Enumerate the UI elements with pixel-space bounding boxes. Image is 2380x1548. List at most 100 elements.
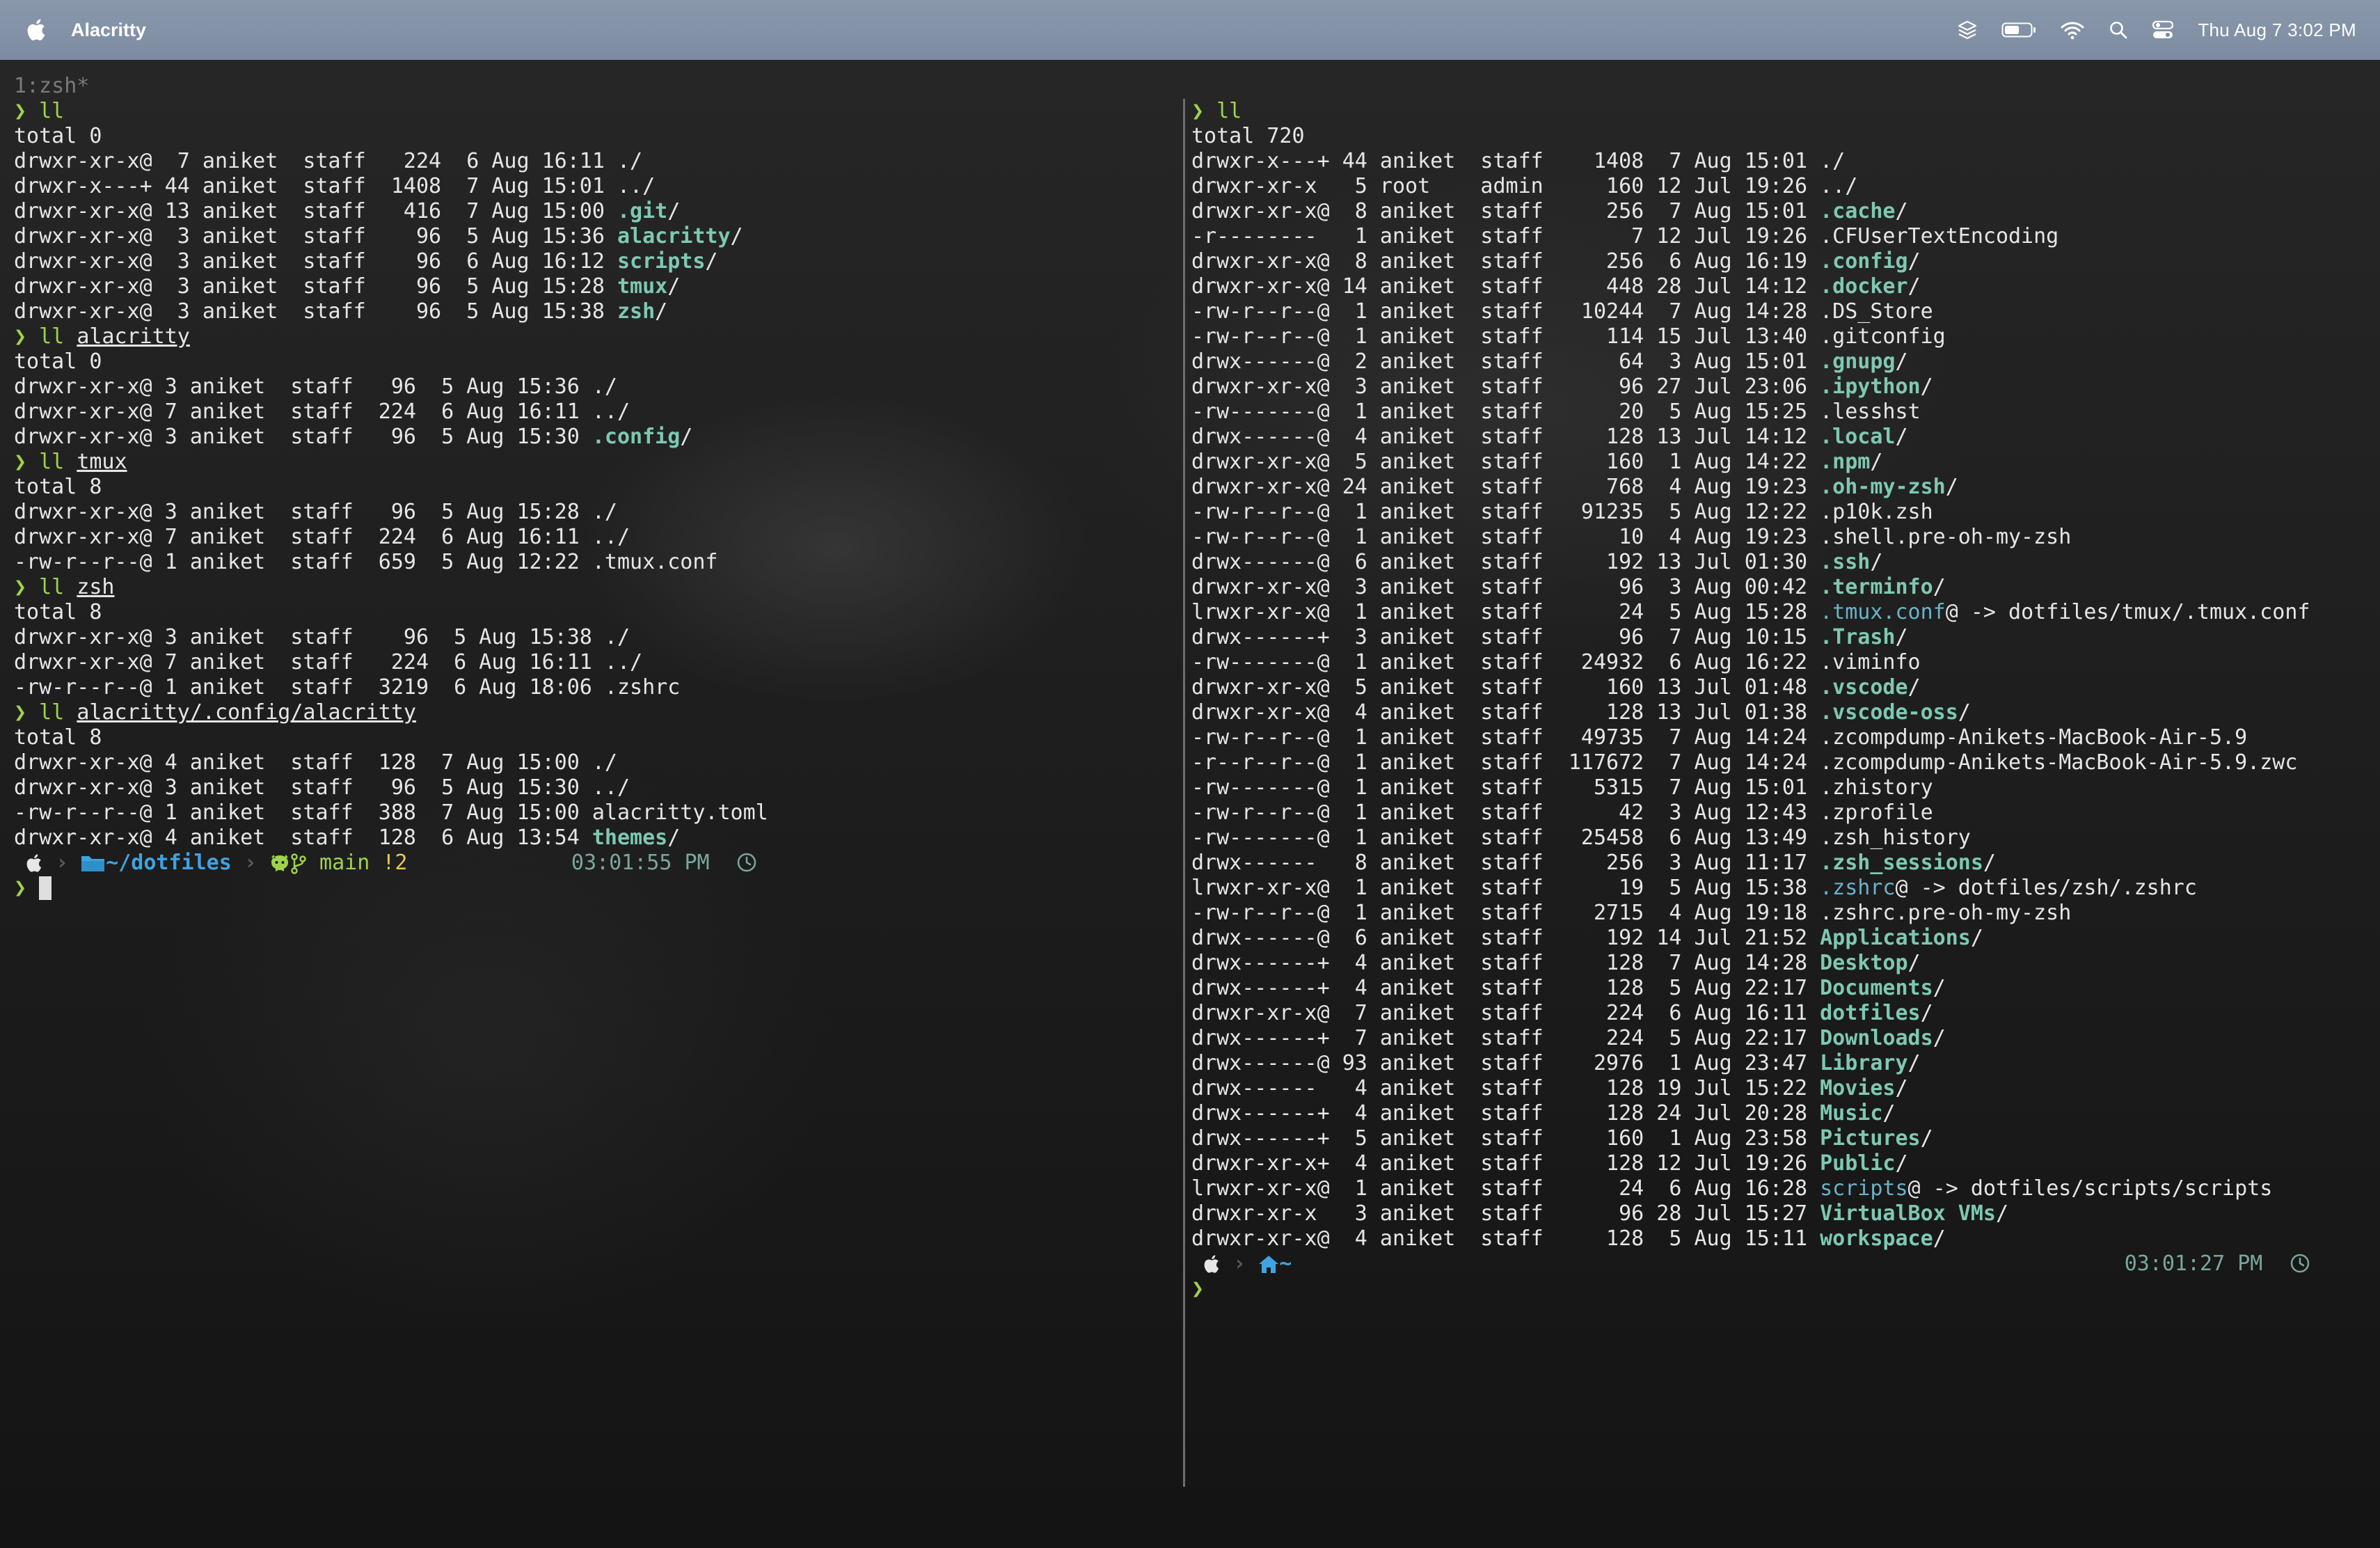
- line-text: drwxr-xr-x@ 4 aniket staff 128 6 Aug 13:…: [14, 826, 592, 850]
- terminal-line: drwxr-xr-x@ 3 aniket staff 96 3 Aug 00:4…: [1191, 575, 2310, 600]
- directory-name: Desktop: [1820, 951, 1908, 975]
- line-text: -rw-r--r--@ 1 aniket staff 3219 6 Aug 18…: [14, 675, 681, 700]
- terminal-line: ❯ ll zsh: [14, 575, 768, 600]
- terminal-line: drwxr-xr-x+ 4 aniket staff 128 12 Jul 19…: [1191, 1151, 2310, 1176]
- line-text: drwxr-xr-x@ 7 aniket staff 224 6 Aug 16:…: [14, 525, 630, 549]
- directory-name: .npm: [1820, 450, 1871, 474]
- terminal-line: lrwxr-xr-x@ 1 aniket staff 19 5 Aug 15:3…: [1191, 876, 2310, 901]
- terminal-line: drwx------ 8 aniket staff 256 3 Aug 11:1…: [1191, 851, 2310, 876]
- prompt-command: ll: [39, 450, 77, 474]
- directory-name: .config: [1820, 249, 1908, 274]
- directory-name: alacritty: [617, 224, 731, 248]
- pane-divider[interactable]: [1183, 99, 1185, 1487]
- text-cursor: [39, 876, 52, 900]
- terminal-line: -rw-r--r--@ 1 aniket staff 659 5 Aug 12:…: [14, 550, 768, 575]
- control-center-icon[interactable]: [2152, 20, 2174, 40]
- directory-name: Movies: [1820, 1076, 1896, 1100]
- line-text: -rw-r--r--@ 1 aniket staff 2715 4 Aug 19…: [1191, 901, 2072, 925]
- wifi-icon[interactable]: [2060, 20, 2085, 40]
- line-text: total 8: [14, 600, 102, 624]
- search-icon[interactable]: [2109, 20, 2128, 40]
- line-text: -rw-r--r--@ 1 aniket staff 91235 5 Aug 1…: [1191, 500, 1933, 524]
- line-text: @ -> dotfiles/scripts/scripts: [1907, 1176, 2273, 1201]
- terminal-line: drwxr-xr-x@ 3 aniket staff 96 27 Jul 23:…: [1191, 374, 2310, 400]
- line-text: drwxr-x---+ 44 aniket staff 1408 7 Aug 1…: [1191, 149, 1846, 173]
- line-text: drwxr-xr-x@ 14 aniket staff 448 28 Jul 1…: [1191, 274, 1820, 299]
- terminal-line: drwxr-xr-x@ 7 aniket staff 224 6 Aug 16:…: [14, 149, 768, 174]
- command-input-line[interactable]: ❯: [14, 876, 768, 901]
- line-text: drwx------+ 3 aniket staff 96 7 Aug 10:1…: [1191, 625, 1820, 649]
- terminal-line: drwx------@ 6 aniket staff 192 14 Jul 21…: [1191, 926, 2310, 951]
- apple-icon: [26, 854, 42, 872]
- line-text: alacritty/.config/alacritty: [77, 700, 416, 725]
- directory-name: .vscode: [1820, 675, 1908, 700]
- line-text: /: [1983, 851, 1996, 875]
- line-text: drwxr-xr-x@ 4 aniket staff 128 5 Aug 15:…: [1191, 1226, 1820, 1251]
- terminal-line: drwxr-x---+ 44 aniket staff 1408 7 Aug 1…: [1191, 149, 2310, 174]
- line-text: /: [1920, 1126, 1933, 1151]
- terminal-line: drwxr-xr-x@ 3 aniket staff 96 5 Aug 15:3…: [14, 625, 768, 650]
- line-text: -rw-------@ 1 aniket staff 20 5 Aug 15:2…: [1191, 400, 1921, 424]
- terminal-line: -rw-r--r--@ 1 aniket staff 114 15 Jul 13…: [1191, 324, 2310, 349]
- line-text: drwxr-xr-x@ 3 aniket staff 96 5 Aug 15:3…: [14, 299, 617, 324]
- line-text: /: [1895, 425, 1908, 449]
- line-text: drwxr-xr-x@ 3 aniket staff 96 5 Aug 15:2…: [14, 500, 617, 524]
- git-branch-icon: [291, 853, 306, 874]
- line-text: /: [1895, 1076, 1908, 1100]
- terminal-line: drwxr-xr-x 3 aniket staff 96 28 Jul 15:2…: [1191, 1201, 2310, 1226]
- terminal-line: -rw-r--r--@ 1 aniket staff 10244 7 Aug 1…: [1191, 299, 2310, 324]
- terminal-line: drwxr-xr-x@ 8 aniket staff 256 6 Aug 16:…: [1191, 249, 2310, 274]
- line-text: @ -> dotfiles/tmux/.tmux.conf: [1945, 600, 2310, 624]
- line-text: /: [1920, 374, 1933, 399]
- prompt-command: ll: [39, 700, 77, 725]
- terminal-line: drwxr-xr-x@ 5 aniket staff 160 13 Jul 01…: [1191, 675, 2310, 700]
- line-text: -rw-------@ 1 aniket staff 24932 6 Aug 1…: [1191, 650, 1921, 674]
- terminal-line: drwxr-xr-x@ 7 aniket staff 224 6 Aug 16:…: [1191, 1001, 2310, 1026]
- terminal-line: ❯ ll alacritty: [14, 324, 768, 349]
- prompt-time: 03:01:55 PM: [571, 851, 735, 875]
- right-terminal-pane[interactable]: ❯ ll total 720 drwxr-x---+ 44 aniket staff…: [1186, 60, 2380, 1548]
- line-text: /: [680, 425, 693, 449]
- line-text: drwxr-xr-x@ 5 aniket staff 160 1 Aug 14:…: [1191, 450, 1820, 474]
- line-text: -rw-------@ 1 aniket staff 25458 6 Aug 1…: [1191, 826, 1971, 850]
- dropbox-icon[interactable]: [1957, 19, 1978, 40]
- prompt-command: ❯: [14, 700, 40, 725]
- directory-name: .cache: [1820, 199, 1896, 223]
- line-text: drwxr-xr-x@ 5 aniket staff 160 13 Jul 01…: [1191, 675, 1820, 700]
- line-text: drwx------+ 4 aniket staff 128 5 Aug 22:…: [1191, 976, 1820, 1000]
- prompt-command: ❯: [14, 575, 40, 599]
- prompt-status-line: › ~03:01:27 PM: [1191, 1251, 2310, 1277]
- terminal-line: drwxr-xr-x@ 4 aniket staff 128 7 Aug 15:…: [14, 750, 768, 775]
- terminal-line: drwxr-xr-x@ 3 aniket staff 96 5 Aug 15:2…: [14, 500, 768, 525]
- directory-name: .local: [1820, 425, 1896, 449]
- line-text: drwxr-xr-x@ 7 aniket staff 224 6 Aug 16:…: [14, 400, 630, 424]
- apple-icon[interactable]: [25, 18, 46, 42]
- terminal-line: total 720: [1191, 124, 2310, 149]
- terminal-line: drwxr-x---+ 44 aniket staff 1408 7 Aug 1…: [14, 174, 768, 199]
- terminal-line: drwxr-xr-x@ 7 aniket staff 224 6 Aug 16:…: [14, 400, 768, 425]
- line-text: drwxr-xr-x 3 aniket staff 96 28 Jul 15:2…: [1191, 1201, 1820, 1226]
- line-text: zsh: [77, 575, 115, 599]
- terminal-line: drwxr-xr-x@ 3 aniket staff 96 5 Aug 15:2…: [14, 274, 768, 299]
- terminal-line: drwx------+ 5 aniket staff 160 1 Aug 23:…: [1191, 1126, 2310, 1151]
- terminal-line: drwx------+ 3 aniket staff 96 7 Aug 10:1…: [1191, 625, 2310, 650]
- directory-name: .Trash: [1820, 625, 1896, 649]
- terminal-line: -r--r--r--@ 1 aniket staff 117672 7 Aug …: [1191, 750, 2310, 775]
- line-text: /: [1933, 976, 1946, 1000]
- directory-name: .terminfo: [1820, 575, 1933, 599]
- command-input-line[interactable]: ❯: [1191, 1277, 2310, 1302]
- line-text: drwxr-xr-x@ 13 aniket staff 416 7 Aug 15…: [14, 199, 617, 223]
- terminal-line: -rw-r--r--@ 1 aniket staff 42 3 Aug 12:4…: [1191, 800, 2310, 826]
- terminal-line: drwx------ 4 aniket staff 128 19 Jul 15:…: [1191, 1076, 2310, 1101]
- left-terminal-pane[interactable]: 1:zsh* ❯ ll total 0 drwxr-xr-x@ 7 aniket s…: [0, 60, 1183, 1548]
- line-text: drwx------@ 2 aniket staff 64 3 Aug 15:0…: [1191, 349, 1820, 374]
- prompt-command: ll: [1216, 99, 1242, 123]
- menu-bar-clock[interactable]: Thu Aug 7 3:02 PM: [2198, 19, 2356, 41]
- line-text: drwxr-xr-x@ 3 aniket staff 96 5 Aug 15:3…: [14, 425, 592, 449]
- battery-icon[interactable]: [2001, 21, 2036, 39]
- active-app-name[interactable]: Alacritty: [71, 19, 146, 41]
- line-text: -rw-r--r--@ 1 aniket staff 10 4 Aug 19:2…: [1191, 525, 2072, 549]
- line-text: total 0: [14, 124, 102, 148]
- terminal-line: drwxr-xr-x@ 8 aniket staff 256 7 Aug 15:…: [1191, 199, 2310, 224]
- terminal-window[interactable]: 1:zsh* ❯ ll total 0 drwxr-xr-x@ 7 aniket s…: [0, 60, 2380, 1548]
